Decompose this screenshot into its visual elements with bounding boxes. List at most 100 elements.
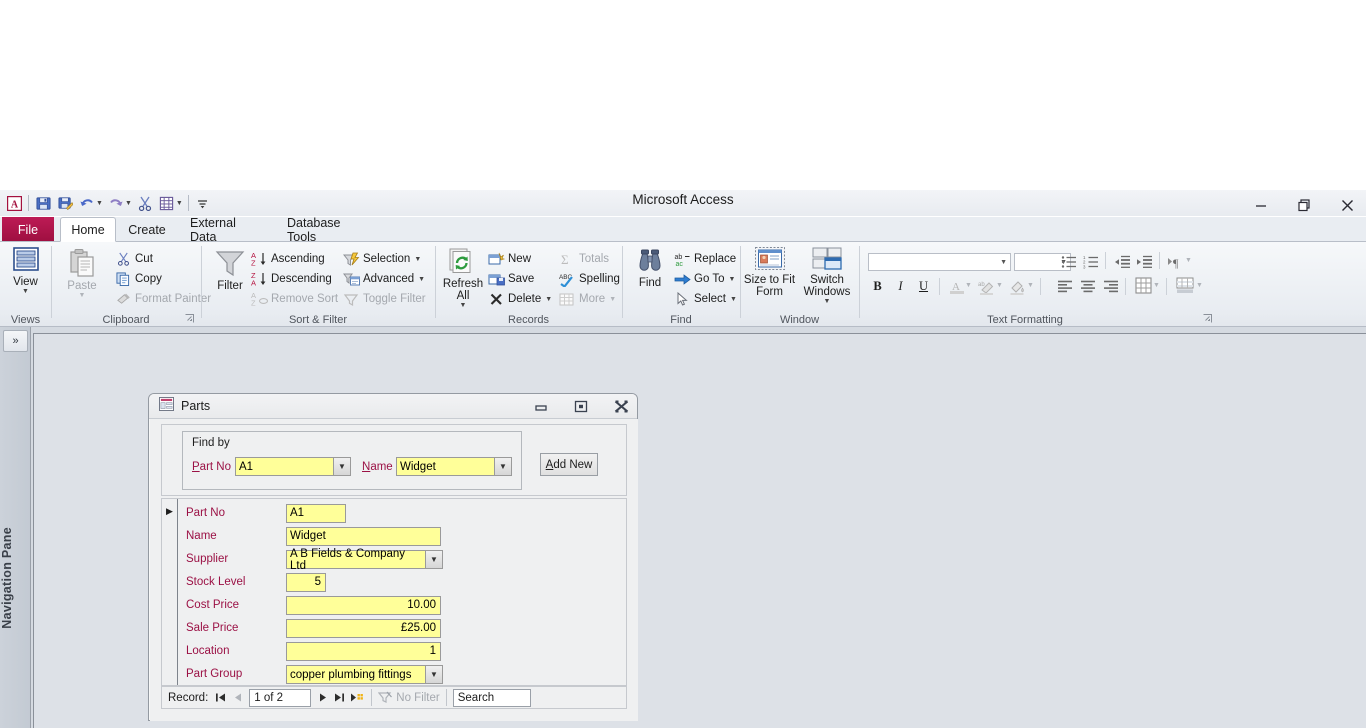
- selection-button[interactable]: Selection ▼: [342, 249, 421, 269]
- align-right-icon[interactable]: [1101, 277, 1120, 296]
- undo-dropdown-caret[interactable]: ▼: [96, 200, 103, 207]
- form-restore-button[interactable]: [573, 399, 589, 415]
- redo-dropdown-caret[interactable]: ▼: [125, 200, 132, 207]
- switch-windows-button[interactable]: Switch Windows ▼: [799, 246, 855, 305]
- delete-dropdown-caret[interactable]: ▼: [545, 296, 552, 303]
- selection-dropdown-caret[interactable]: ▼: [414, 256, 421, 263]
- record-position-input[interactable]: 1 of 2: [249, 688, 312, 707]
- find-name-dropdown-arrow[interactable]: ▼: [494, 457, 512, 476]
- record-selector[interactable]: ▶: [162, 499, 178, 685]
- table-dropdown-caret[interactable]: ▼: [176, 200, 183, 207]
- more-dropdown-caret[interactable]: ▼: [609, 296, 616, 303]
- field-input-name[interactable]: Widget: [286, 527, 441, 546]
- align-center-icon[interactable]: [1078, 277, 1097, 296]
- cut-button[interactable]: Cut: [114, 249, 153, 269]
- new-record-nav-button[interactable]: [348, 688, 365, 707]
- form-titlebar[interactable]: Parts: [149, 394, 637, 419]
- go-to-button[interactable]: Go To ▼: [673, 269, 735, 289]
- italic-button[interactable]: I: [891, 277, 910, 296]
- record-search-input[interactable]: Search: [452, 688, 531, 707]
- text-highlight-icon[interactable]: ab: [977, 277, 996, 296]
- bullets-icon[interactable]: [1059, 252, 1078, 271]
- replace-button[interactable]: ab ac Replace: [673, 249, 736, 269]
- find-name-value[interactable]: Widget: [396, 457, 494, 476]
- filter-status[interactable]: No Filter: [378, 691, 440, 704]
- paste-dropdown-caret[interactable]: ▼: [79, 292, 86, 299]
- add-new-button[interactable]: Add New: [540, 453, 598, 476]
- find-part-no-combo[interactable]: A1 ▼: [235, 457, 351, 476]
- gridlines-caret[interactable]: ▼: [1153, 282, 1160, 289]
- field-input-cost-price[interactable]: 10.00: [286, 596, 441, 615]
- refresh-all-dropdown-caret[interactable]: ▼: [460, 302, 467, 309]
- field-input-part-no[interactable]: A1: [286, 504, 346, 523]
- tab-home[interactable]: Home: [60, 217, 116, 242]
- go-to-dropdown-caret[interactable]: ▼: [728, 276, 735, 283]
- underline-button[interactable]: U: [914, 277, 933, 296]
- find-button[interactable]: Find: [626, 247, 674, 289]
- increase-indent-icon[interactable]: [1135, 252, 1154, 271]
- select-button[interactable]: Select ▼: [673, 289, 737, 309]
- undo-icon[interactable]: [76, 192, 98, 214]
- cut-icon[interactable]: [134, 192, 156, 214]
- background-color-icon[interactable]: [1008, 277, 1027, 296]
- toggle-filter-button[interactable]: Toggle Filter: [342, 289, 426, 309]
- descending-button[interactable]: ZA Descending: [250, 269, 332, 289]
- gridlines-icon[interactable]: [1134, 276, 1153, 295]
- next-record-button[interactable]: [314, 688, 331, 707]
- find-name-combo[interactable]: Widget ▼: [396, 457, 512, 476]
- totals-button[interactable]: Σ Totals: [558, 249, 609, 269]
- restore-button[interactable]: [1291, 192, 1317, 218]
- find-part-no-dropdown-arrow[interactable]: ▼: [333, 457, 351, 476]
- previous-record-button[interactable]: [229, 688, 246, 707]
- switch-windows-dropdown-caret[interactable]: ▼: [824, 298, 831, 305]
- form-close-button[interactable]: [613, 399, 629, 415]
- minimize-button[interactable]: [1248, 192, 1274, 218]
- save-icon[interactable]: [32, 192, 54, 214]
- first-record-button[interactable]: [212, 688, 229, 707]
- format-painter-button[interactable]: Format Painter: [114, 289, 211, 309]
- customize-qat-icon[interactable]: [192, 192, 214, 214]
- font-color-icon[interactable]: A: [947, 277, 966, 296]
- last-record-button[interactable]: [331, 688, 348, 707]
- field-value-supplier[interactable]: A B Fields & Company Ltd: [286, 548, 425, 572]
- font-family-combo[interactable]: ▼: [868, 253, 1011, 271]
- field-input-sale-price[interactable]: £25.00: [286, 619, 441, 638]
- field-input-location[interactable]: 1: [286, 642, 441, 661]
- expand-navigation-pane-button[interactable]: »: [3, 330, 28, 352]
- redo-icon[interactable]: [105, 192, 127, 214]
- rtl-paragraph-icon[interactable]: ¶: [1166, 252, 1185, 271]
- decrease-indent-icon[interactable]: [1113, 252, 1132, 271]
- tab-external-data[interactable]: External Data: [178, 216, 273, 244]
- view-dropdown-caret[interactable]: ▼: [22, 288, 29, 295]
- alternate-row-caret[interactable]: ▼: [1196, 282, 1203, 289]
- find-part-no-value[interactable]: A1: [235, 457, 333, 476]
- field-input-part-group[interactable]: copper plumbing fittings ▼: [286, 665, 443, 684]
- spelling-button[interactable]: ABC Spelling: [558, 269, 620, 289]
- supplier-dropdown-arrow[interactable]: ▼: [425, 550, 443, 569]
- highlight-caret[interactable]: ▼: [996, 282, 1003, 289]
- refresh-all-button[interactable]: Refresh All ▼: [439, 247, 487, 309]
- bold-button[interactable]: B: [868, 277, 887, 296]
- form-minimize-button[interactable]: [533, 399, 549, 415]
- tab-file[interactable]: File: [2, 217, 54, 242]
- select-dropdown-caret[interactable]: ▼: [730, 296, 737, 303]
- text-formatting-dialog-launcher[interactable]: [1203, 314, 1212, 325]
- part-group-dropdown-arrow[interactable]: ▼: [425, 665, 443, 684]
- more-button[interactable]: More ▼: [558, 289, 616, 309]
- tab-database-tools[interactable]: Database Tools: [275, 216, 380, 244]
- copy-button[interactable]: Copy: [114, 269, 162, 289]
- ascending-button[interactable]: AZ Ascending: [250, 249, 325, 269]
- filter-button[interactable]: Filter: [207, 248, 253, 292]
- rtl-dropdown-caret[interactable]: ▼: [1185, 257, 1192, 264]
- view-button[interactable]: View ▼: [0, 246, 51, 295]
- delete-record-button[interactable]: Delete ▼: [487, 289, 552, 309]
- save-record-button[interactable]: Save: [487, 269, 534, 289]
- new-record-button[interactable]: New: [487, 249, 531, 269]
- table-icon[interactable]: [156, 192, 178, 214]
- field-input-supplier[interactable]: A B Fields & Company Ltd ▼: [286, 548, 443, 572]
- remove-sort-button[interactable]: AZ Remove Sort: [250, 289, 339, 309]
- advanced-button[interactable]: Advanced ▼: [342, 269, 425, 289]
- numbering-icon[interactable]: 123: [1081, 252, 1100, 271]
- font-color-caret[interactable]: ▼: [965, 282, 972, 289]
- close-button[interactable]: [1334, 192, 1360, 218]
